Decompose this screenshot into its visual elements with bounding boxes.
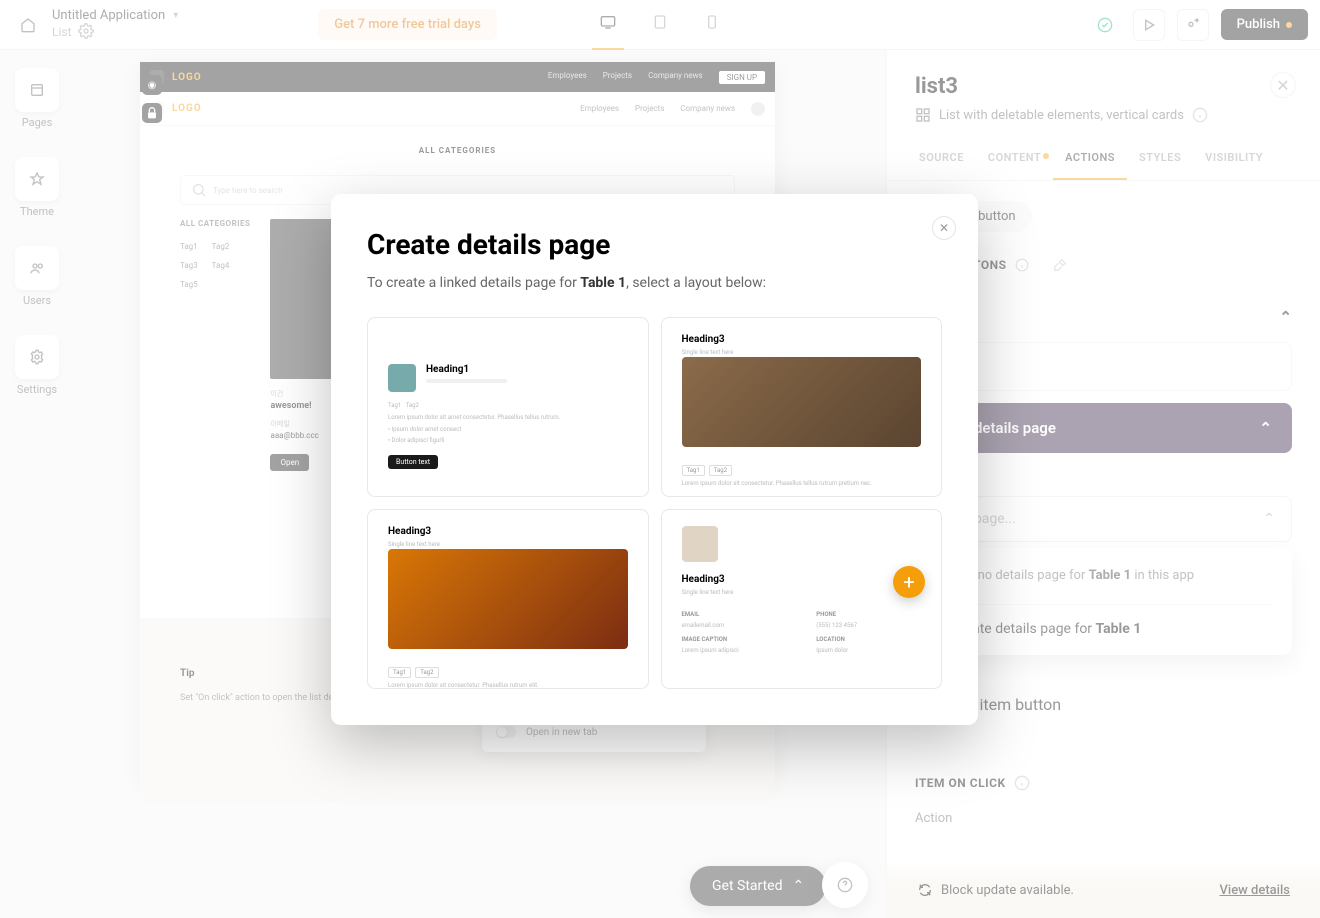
layout-image [682,357,922,447]
layout-heading: Heading3 [682,574,922,585]
create-details-modal: ✕ Create details page To create a linked… [331,194,978,725]
layout-heading: Heading3 [682,334,922,345]
layout-button: Button text [388,455,438,469]
layout-option-3[interactable]: Heading3 Single line text here Tag1Tag2 … [367,509,649,689]
layout-heading: Heading3 [388,526,628,537]
layout-option-4[interactable]: + Heading3 Single line text here EMAILem… [661,509,943,689]
add-layout-icon: + [893,566,925,598]
modal-title: Create details page [367,228,942,261]
close-icon[interactable]: ✕ [932,216,956,240]
layout-option-1[interactable]: Heading1 Tag1 Tag2 Lorem ipsum dolor sit… [367,317,649,497]
modal-subtitle: To create a linked details page for Tabl… [367,275,942,291]
layout-avatar [682,526,718,562]
layout-avatar [388,364,416,392]
layout-option-2[interactable]: Heading3 Single line text here Tag1Tag2 … [661,317,943,497]
layout-heading: Heading1 [426,364,628,375]
layout-image [388,549,628,649]
